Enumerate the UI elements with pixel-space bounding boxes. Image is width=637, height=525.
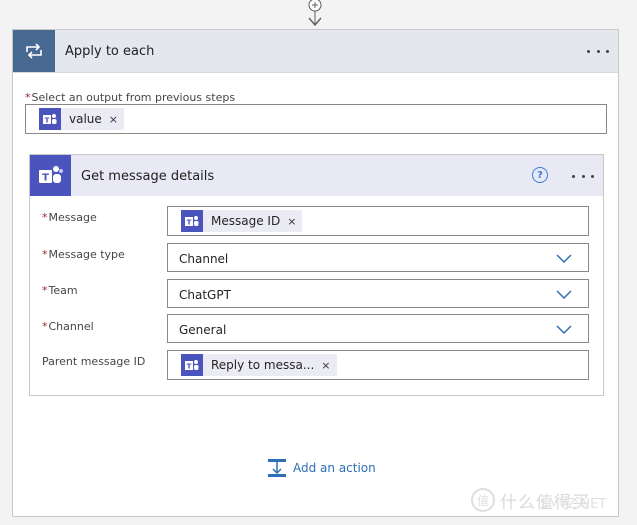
add-step-connector[interactable] bbox=[305, 0, 325, 27]
add-action-icon bbox=[268, 459, 286, 477]
select-output-input[interactable]: T value × bbox=[25, 104, 607, 134]
select-output-label: *Select an output from previous steps bbox=[25, 91, 236, 104]
watermark-logo-icon: 值 bbox=[471, 488, 495, 512]
parent-message-id-label: Parent message ID bbox=[42, 355, 146, 368]
add-an-action-button[interactable]: Add an action bbox=[267, 458, 376, 478]
reply-to-message-token[interactable]: T Reply to messa... × bbox=[181, 354, 337, 376]
chevron-down-icon bbox=[556, 290, 572, 300]
message-input[interactable]: T Message ID × bbox=[167, 206, 589, 236]
message-type-select[interactable]: Channel bbox=[167, 243, 589, 272]
chevron-down-icon bbox=[556, 254, 572, 264]
apply-to-each-card: Apply to each *Select an output from pre… bbox=[12, 29, 619, 517]
remove-token-icon[interactable]: × bbox=[321, 359, 330, 372]
microsoft-teams-icon: T bbox=[181, 354, 203, 376]
apply-to-each-title: Apply to each bbox=[65, 44, 155, 59]
parent-message-id-input[interactable]: T Reply to messa... × bbox=[167, 350, 589, 380]
watermark-overlay: SMYZ.NET bbox=[540, 497, 607, 512]
message-label: *Message bbox=[42, 211, 97, 224]
svg-text:T: T bbox=[45, 116, 50, 124]
remove-token-icon[interactable]: × bbox=[287, 215, 296, 228]
microsoft-teams-icon: T bbox=[39, 108, 61, 130]
remove-token-icon[interactable]: × bbox=[109, 113, 118, 126]
svg-text:T: T bbox=[187, 218, 192, 226]
message-type-label: *Message type bbox=[42, 248, 125, 261]
apply-to-each-more-icon[interactable] bbox=[587, 44, 609, 58]
message-id-token[interactable]: T Message ID × bbox=[181, 210, 303, 232]
required-marker: * bbox=[25, 91, 31, 104]
microsoft-teams-icon: T bbox=[181, 210, 203, 232]
svg-text:T: T bbox=[42, 172, 49, 183]
channel-label: *Channel bbox=[42, 320, 94, 333]
get-message-details-title: Get message details bbox=[81, 169, 215, 184]
team-select[interactable]: ChatGPT bbox=[167, 279, 589, 308]
get-message-details-card: T Get message details ? *Message T Messa… bbox=[29, 154, 604, 396]
value-token[interactable]: T value × bbox=[39, 108, 124, 130]
action-more-icon[interactable] bbox=[572, 169, 594, 183]
chevron-down-icon bbox=[556, 325, 572, 335]
svg-text:T: T bbox=[187, 362, 192, 370]
watermark: 值 什么值得买 SMYZ.NET bbox=[470, 480, 630, 520]
apply-to-each-header[interactable]: Apply to each bbox=[13, 30, 618, 73]
channel-select[interactable]: General bbox=[167, 314, 589, 343]
team-label: *Team bbox=[42, 284, 78, 297]
get-message-details-header[interactable]: T Get message details ? bbox=[30, 155, 603, 196]
microsoft-teams-icon: T bbox=[30, 155, 71, 196]
svg-text:值: 值 bbox=[477, 493, 489, 508]
loop-icon bbox=[13, 30, 55, 72]
plus-circle-arrow-icon bbox=[308, 0, 322, 27]
help-circle-icon[interactable]: ? bbox=[532, 167, 548, 183]
